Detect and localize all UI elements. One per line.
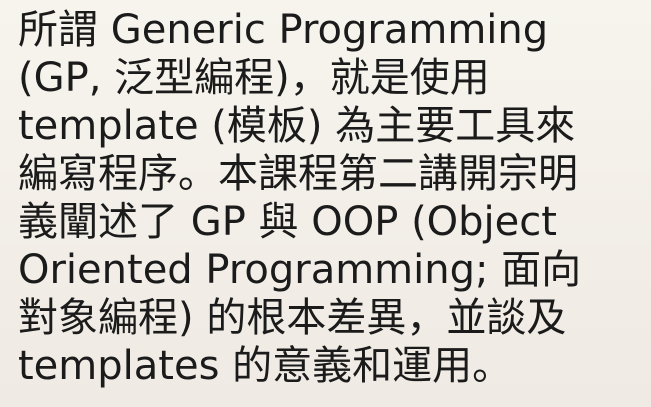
description-line: 義闡述了 GP 與 OOP (Object (18, 199, 557, 245)
description-line: 對象編程) 的根本差異，並談及 (18, 295, 567, 341)
description-line: 編寫程序。本課程第二講開宗明 (18, 151, 578, 197)
slide-canvas: 所謂 Generic Programming (GP, 泛型編程)，就是使用 t… (0, 0, 651, 407)
description-line: Oriented Programming; 面向 (18, 247, 582, 293)
description-line: (GP, 泛型編程)，就是使用 (18, 55, 490, 101)
description-line: templates 的意義和運用。 (18, 343, 513, 389)
course-description: 所謂 Generic Programming (GP, 泛型編程)，就是使用 t… (18, 6, 645, 390)
description-line: template (模板) 為主要工具來 (18, 103, 576, 149)
description-line: 所謂 Generic Programming (18, 7, 549, 53)
